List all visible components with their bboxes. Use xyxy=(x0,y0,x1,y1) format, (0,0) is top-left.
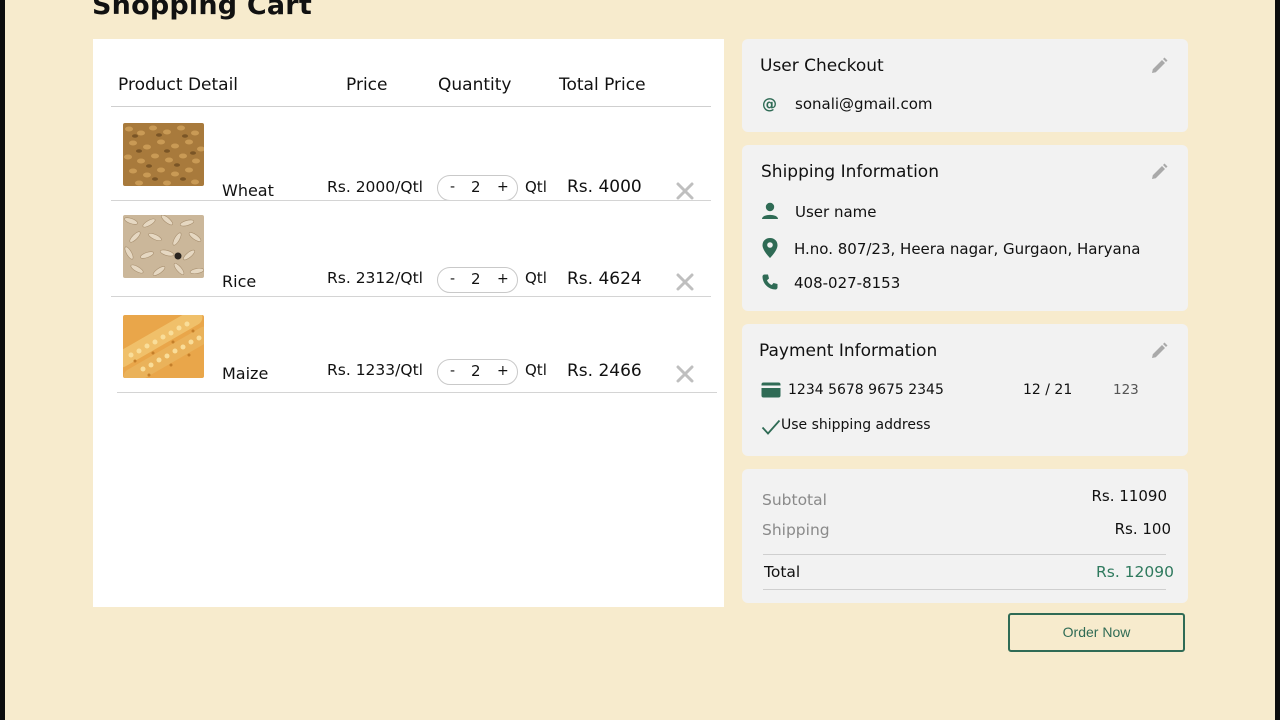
shipping-address: H.no. 807/23, Heera nagar, Gurgaon, Hary… xyxy=(794,240,1141,258)
checkmark-icon[interactable] xyxy=(761,418,781,440)
quantity-stepper: - 2 + xyxy=(437,175,518,201)
cart-row-wheat: Wheat Rs. 2000/Qtl - 2 + Qtl Rs. 4000 xyxy=(93,109,724,201)
quantity-unit: Qtl xyxy=(525,178,547,196)
shipping-user-name: User name xyxy=(795,203,877,221)
pencil-edit-icon[interactable] xyxy=(1149,162,1169,182)
credit-card-icon xyxy=(761,382,781,402)
quantity-stepper: - 2 + xyxy=(437,359,518,385)
quantity-stepper: - 2 + xyxy=(437,267,518,293)
decrease-quantity-button[interactable]: - xyxy=(450,271,455,287)
header-product-detail: Product Detail xyxy=(118,75,239,95)
use-shipping-address-label[interactable]: Use shipping address xyxy=(781,417,931,433)
order-now-button[interactable]: Order Now xyxy=(1008,613,1185,652)
user-email: sonali@gmail.com xyxy=(795,95,933,113)
payment-information-card: Payment Information 1234 5678 9675 2345 … xyxy=(742,324,1188,456)
rice-grain-image xyxy=(123,215,204,278)
cart-table-header: Product Detail Price Quantity Total Pric… xyxy=(93,39,724,107)
header-total-price: Total Price xyxy=(559,75,646,95)
remove-item-icon[interactable] xyxy=(673,362,697,386)
payment-information-title: Payment Information xyxy=(759,341,938,361)
at-sign-icon: @ xyxy=(762,95,778,117)
shipping-information-title: Shipping Information xyxy=(761,162,939,182)
user-checkout-title: User Checkout xyxy=(760,56,884,76)
phone-icon xyxy=(761,273,779,295)
total-label: Total xyxy=(764,563,801,581)
row-divider xyxy=(117,392,717,393)
header-price: Price xyxy=(346,75,388,95)
increase-quantity-button[interactable]: + xyxy=(497,179,509,195)
shipping-information-card: Shipping Information User name H.no. 807… xyxy=(742,145,1188,311)
card-cvv: 123 xyxy=(1113,382,1139,398)
product-price: Rs. 2000/Qtl xyxy=(327,178,423,196)
order-summary-card: Subtotal Rs. 11090 Shipping Rs. 100 Tota… xyxy=(742,469,1188,603)
wheat-grain-image xyxy=(123,123,204,186)
increase-quantity-button[interactable]: + xyxy=(497,363,509,379)
product-price: Rs. 2312/Qtl xyxy=(327,269,423,287)
window-edge-left xyxy=(0,0,5,720)
shipping-cost-label: Shipping xyxy=(762,521,830,539)
remove-item-icon[interactable] xyxy=(673,270,697,294)
quantity-unit: Qtl xyxy=(525,269,547,287)
decrease-quantity-button[interactable]: - xyxy=(450,179,455,195)
row-total-price: Rs. 4000 xyxy=(567,177,642,197)
product-name: Wheat xyxy=(222,181,274,200)
quantity-value: 2 xyxy=(471,270,481,288)
location-pin-icon xyxy=(761,237,779,263)
quantity-value: 2 xyxy=(471,178,481,196)
total-value: Rs. 12090 xyxy=(1095,563,1174,581)
svg-text:@: @ xyxy=(762,95,777,113)
product-name: Maize xyxy=(222,364,269,383)
card-number: 1234 5678 9675 2345 xyxy=(788,382,944,398)
cart-panel: Product Detail Price Quantity Total Pric… xyxy=(93,39,724,607)
quantity-value: 2 xyxy=(471,362,481,380)
maize-corn-image xyxy=(123,315,204,378)
card-expiry: 12 / 21 xyxy=(1023,382,1073,398)
cart-row-rice: Rice Rs. 2312/Qtl - 2 + Qtl Rs. 4624 xyxy=(93,201,724,293)
product-name: Rice xyxy=(222,272,257,291)
subtotal-value: Rs. 11090 xyxy=(1091,487,1168,505)
pencil-edit-icon[interactable] xyxy=(1149,341,1169,361)
cart-row-maize: Maize Rs. 1233/Qtl - 2 + Qtl Rs. 2466 xyxy=(93,297,724,389)
header-divider xyxy=(111,106,711,107)
summary-divider xyxy=(763,554,1166,555)
increase-quantity-button[interactable]: + xyxy=(497,271,509,287)
person-icon xyxy=(761,202,779,224)
product-price: Rs. 1233/Qtl xyxy=(327,361,423,379)
row-total-price: Rs. 2466 xyxy=(567,361,642,381)
pencil-edit-icon[interactable] xyxy=(1149,56,1169,76)
quantity-unit: Qtl xyxy=(525,361,547,379)
window-edge-right xyxy=(1275,0,1280,720)
subtotal-label: Subtotal xyxy=(762,491,827,509)
decrease-quantity-button[interactable]: - xyxy=(450,363,455,379)
shipping-phone: 408-027-8153 xyxy=(794,274,901,292)
shipping-cost-value: Rs. 100 xyxy=(1114,520,1171,538)
row-total-price: Rs. 4624 xyxy=(567,269,642,289)
header-quantity: Quantity xyxy=(438,75,512,95)
page-title: Shopping Cart xyxy=(92,0,312,21)
user-checkout-card: User Checkout @ sonali@gmail.com xyxy=(742,39,1188,132)
summary-divider xyxy=(763,589,1166,590)
